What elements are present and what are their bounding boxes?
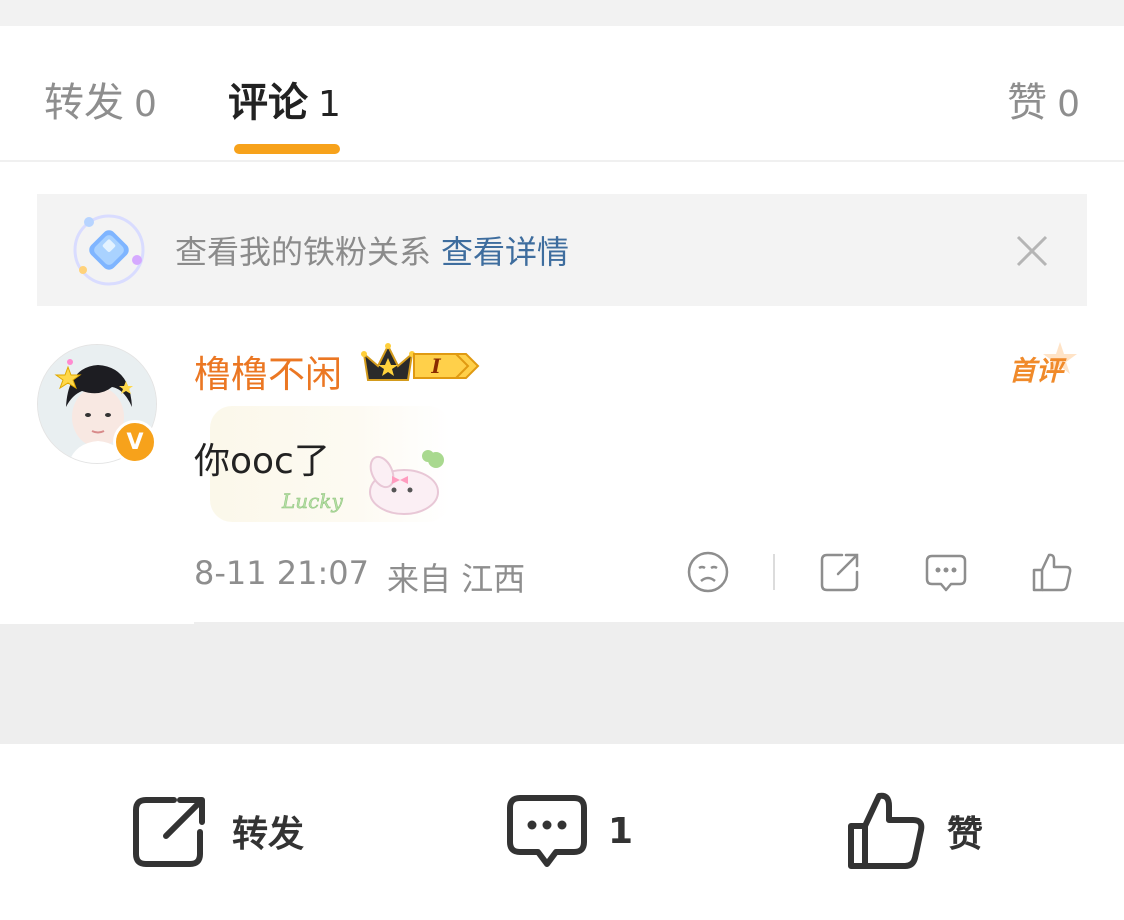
sad-face-icon[interactable] — [686, 550, 730, 594]
first-comment-badge: 首评 — [1009, 342, 1077, 387]
first-comment-text: 首评 — [1009, 356, 1067, 387]
action-divider — [773, 554, 775, 590]
tab-bar: 转发 0 评论 1 赞 0 — [0, 26, 1124, 162]
fan-detail-link[interactable]: 查看详情 — [441, 227, 569, 273]
active-tab-indicator — [234, 144, 340, 154]
repost-button[interactable]: 转发 — [130, 786, 304, 876]
fan-relation-banner[interactable]: 查看我的铁粉关系 查看详情 — [37, 194, 1087, 306]
thumbs-up-icon[interactable] — [1030, 550, 1074, 594]
repost-label: 转发 — [232, 814, 305, 855]
comment-count: 1 — [608, 810, 634, 852]
tab-repost-count: 0 — [134, 84, 157, 125]
level-badge-text: I — [430, 354, 441, 378]
comment-location: 来自 江西 — [387, 560, 526, 598]
top-strip — [0, 0, 1124, 26]
comment-text: 你ooc了 — [194, 441, 330, 482]
comment-meta: 8-11 21:07 来自 江西 — [194, 554, 525, 600]
tab-comment-label: 评论 — [228, 80, 308, 126]
comment-time: 8-11 21:07 — [194, 554, 370, 592]
close-icon[interactable] — [1015, 234, 1049, 268]
comment-bubble-icon — [507, 795, 587, 867]
tab-like-count: 0 — [1057, 84, 1080, 125]
diamond-icon — [73, 214, 145, 286]
like-button[interactable]: 赞 — [845, 786, 983, 876]
verified-badge: V — [113, 420, 157, 464]
crown-level-badge: I — [361, 343, 480, 381]
like-label: 赞 — [947, 814, 984, 855]
tab-repost-label: 转发 — [44, 80, 124, 126]
tab-like[interactable]: 赞 0 — [1007, 70, 1080, 126]
comment-item: V 橹橹不闲 I 首评 Lucky 你ooc了 8-11 21:07 来自 江西 — [0, 306, 1124, 624]
comment-button[interactable]: 1 — [506, 786, 633, 876]
tab-comment-count: 1 — [318, 84, 341, 125]
thumbs-up-icon — [848, 792, 925, 869]
comment-icon[interactable] — [924, 550, 968, 594]
tab-comment[interactable]: 评论 1 — [228, 70, 341, 126]
tab-like-label: 赞 — [1007, 80, 1048, 126]
bottom-action-bar: 转发 1 赞 — [0, 744, 1124, 920]
tab-repost[interactable]: 转发 0 — [44, 70, 157, 126]
share-icon[interactable] — [818, 550, 862, 594]
empty-area — [0, 624, 1124, 744]
comment-username[interactable]: 橹橹不闲 — [194, 344, 342, 398]
fan-banner-text: 查看我的铁粉关系 — [175, 233, 432, 271]
sticker-text: Lucky — [281, 489, 343, 513]
repost-icon — [133, 797, 205, 867]
